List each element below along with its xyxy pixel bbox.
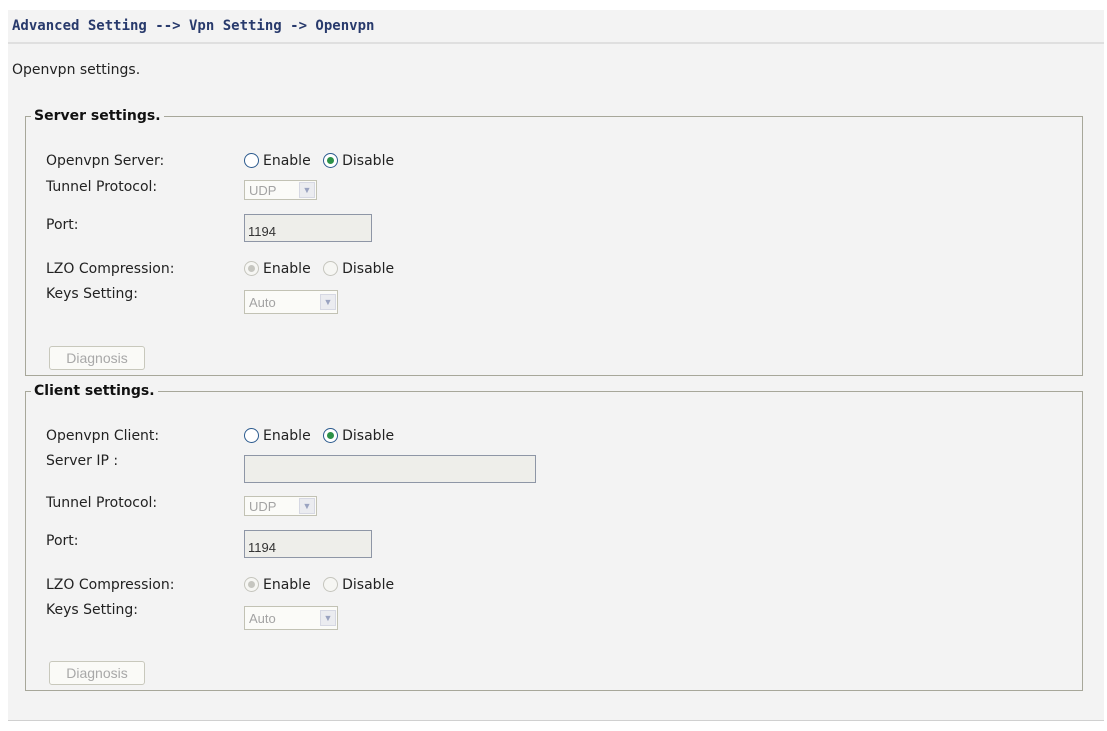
chevron-down-icon[interactable]: ▼ [320, 610, 336, 626]
server-settings-legend: Server settings. [34, 108, 161, 124]
server-disable-radio[interactable] [323, 152, 339, 168]
client-port-input[interactable]: 1194 [244, 530, 372, 558]
client-protocol-label: Tunnel Protocol: [46, 495, 158, 511]
page-intro: Openvpn settings. [12, 62, 141, 78]
server-disable-radio-label[interactable]: Disable [342, 153, 394, 169]
client-settings-legend: Client settings. [34, 383, 155, 399]
openvpn-page: Advanced Setting --> Vpn Setting -> Open… [8, 10, 1104, 721]
server-diagnosis-button[interactable]: Diagnosis [49, 346, 145, 370]
breadcrumb: Advanced Setting --> Vpn Setting -> Open… [8, 10, 1104, 44]
server-lzo-disable-radio[interactable] [323, 260, 339, 276]
server-lzo-label: LZO Compression: [46, 261, 175, 277]
server-lzo-enable-label[interactable]: Enable [263, 261, 311, 277]
server-protocol-select[interactable]: UDP ▼ [244, 180, 317, 200]
client-disable-radio[interactable] [323, 427, 339, 443]
client-keys-value: Auto [249, 611, 276, 626]
client-protocol-select[interactable]: UDP ▼ [244, 496, 317, 516]
client-protocol-value: UDP [249, 499, 277, 514]
server-enable-radio-label[interactable]: Enable [263, 153, 311, 169]
client-lzo-label: LZO Compression: [46, 577, 175, 593]
chevron-down-icon[interactable]: ▼ [299, 498, 315, 514]
client-disable-radio-label[interactable]: Disable [342, 428, 394, 444]
server-port-input[interactable]: 1194 [244, 214, 372, 242]
server-lzo-disable-label[interactable]: Disable [342, 261, 394, 277]
client-diagnosis-button[interactable]: Diagnosis [49, 661, 145, 685]
server-protocol-value: UDP [249, 183, 277, 198]
chevron-down-icon[interactable]: ▼ [320, 294, 336, 310]
client-server-ip-label: Server IP : [46, 453, 119, 469]
client-keys-label: Keys Setting: [46, 602, 138, 618]
client-openvpn-label: Openvpn Client: [46, 428, 160, 444]
server-port-label: Port: [46, 217, 79, 233]
server-lzo-enable-radio[interactable] [244, 260, 259, 276]
client-lzo-enable-label[interactable]: Enable [263, 577, 311, 593]
server-protocol-label: Tunnel Protocol: [46, 179, 158, 195]
client-lzo-disable-label[interactable]: Disable [342, 577, 394, 593]
server-enable-radio[interactable] [244, 152, 259, 168]
client-settings-group: Client settings. Openvpn Client: Enable … [25, 383, 1083, 691]
client-enable-radio[interactable] [244, 427, 259, 443]
client-enable-radio-label[interactable]: Enable [263, 428, 311, 444]
server-keys-select[interactable]: Auto ▼ [244, 290, 338, 314]
client-keys-select[interactable]: Auto ▼ [244, 606, 338, 630]
client-port-label: Port: [46, 533, 79, 549]
client-lzo-disable-radio[interactable] [323, 576, 339, 592]
server-openvpn-label: Openvpn Server: [46, 153, 165, 169]
server-settings-group: Server settings. Openvpn Server: Enable … [25, 108, 1083, 376]
client-server-ip-input[interactable] [244, 455, 536, 483]
server-keys-label: Keys Setting: [46, 286, 138, 302]
client-lzo-enable-radio[interactable] [244, 576, 259, 592]
server-keys-value: Auto [249, 295, 276, 310]
chevron-down-icon[interactable]: ▼ [299, 182, 315, 198]
